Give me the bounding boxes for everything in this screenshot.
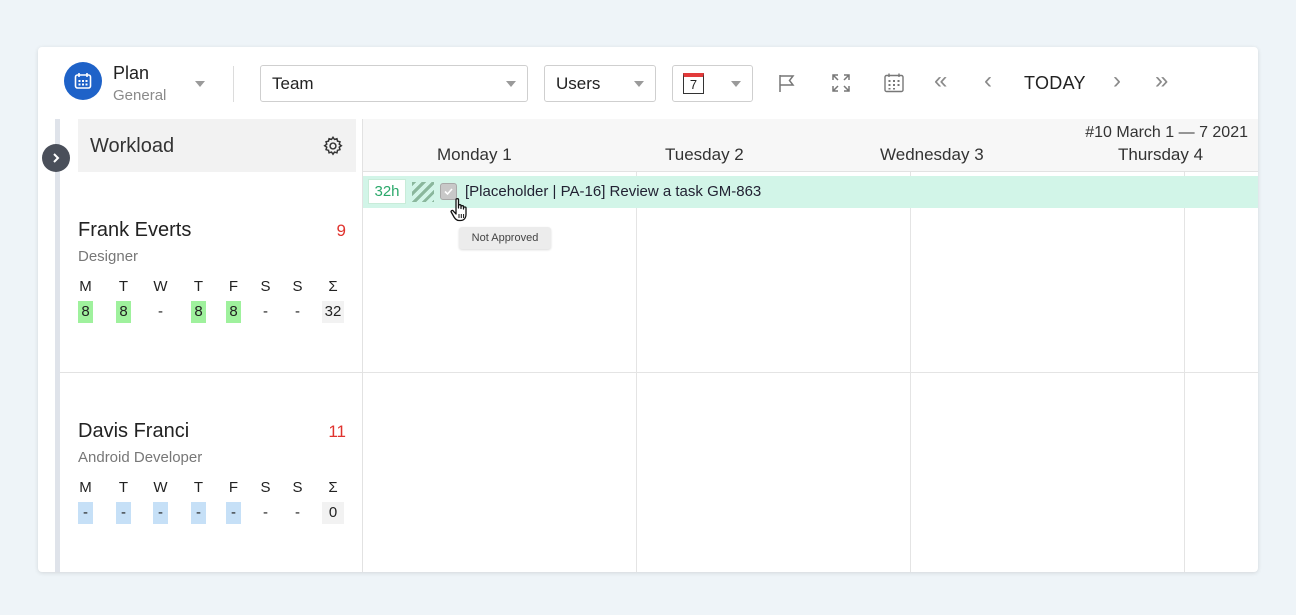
task-title[interactable]: [Placeholder | PA-16] Review a task GM-8… bbox=[465, 183, 761, 200]
not-approved-tooltip: Not Approved bbox=[459, 227, 551, 249]
check-icon bbox=[444, 188, 453, 196]
person-card[interactable]: Frank Everts 9 Designer M T W T F S S Σ … bbox=[78, 219, 346, 339]
task-count: 9 bbox=[336, 221, 346, 240]
day-hours: - bbox=[153, 502, 168, 524]
day-hours: 8 bbox=[78, 301, 93, 323]
sum-label: Σ bbox=[328, 479, 338, 496]
plan-title[interactable]: Plan bbox=[113, 63, 149, 84]
weekday-label: S bbox=[292, 479, 303, 496]
chevron-down-icon[interactable] bbox=[195, 81, 205, 87]
weekday-label: S bbox=[292, 278, 303, 295]
week-label: #10 March 1 — 7 2021 bbox=[1085, 124, 1248, 141]
chevron-right-icon bbox=[53, 153, 60, 163]
task-count: 11 bbox=[328, 422, 346, 441]
users-select-value: Users bbox=[556, 74, 601, 93]
double-chevron-right-icon[interactable]: » bbox=[1155, 68, 1168, 94]
weekday-label: W bbox=[153, 278, 168, 295]
day-hours: - bbox=[78, 502, 93, 524]
weekday-label: W bbox=[153, 479, 168, 496]
calendar-header: #10 March 1 — 7 2021 Monday 1 Tuesday 2 … bbox=[363, 119, 1258, 172]
period-select[interactable]: 7 bbox=[672, 65, 753, 102]
person-name: Frank Everts bbox=[78, 219, 192, 241]
day-hours: - bbox=[263, 504, 268, 521]
day-hours: 8 bbox=[191, 301, 206, 323]
day-hours: - bbox=[158, 303, 163, 320]
weekday-label: M bbox=[79, 479, 92, 496]
day-header: Tuesday 2 bbox=[665, 145, 744, 164]
weekday-label: F bbox=[228, 479, 239, 496]
total-hours: 0 bbox=[322, 502, 344, 524]
calendar-grid: #10 March 1 — 7 2021 Monday 1 Tuesday 2 … bbox=[363, 119, 1258, 572]
placeholder-stripes-icon bbox=[412, 182, 434, 202]
workload-header: Workload bbox=[78, 119, 356, 172]
day-hours: - bbox=[295, 303, 300, 320]
double-chevron-left-icon[interactable]: « bbox=[934, 68, 947, 94]
team-select[interactable]: Team bbox=[260, 65, 528, 102]
chevron-down-icon bbox=[634, 81, 644, 87]
workload-planner: Plan General Team Users 7 « ‹ TODAY › » … bbox=[38, 47, 1258, 572]
person-card[interactable]: Davis Franci 11 Android Developer M T W … bbox=[78, 420, 346, 540]
weekday-label: S bbox=[260, 278, 271, 295]
chevron-left-icon[interactable]: ‹ bbox=[984, 68, 992, 94]
weekday-label: S bbox=[260, 479, 271, 496]
day-header: Thursday 4 bbox=[1118, 145, 1204, 164]
calendar-day-icon: 7 bbox=[683, 73, 704, 94]
weekday-label: T bbox=[118, 479, 129, 496]
weekday-label: T bbox=[193, 479, 204, 496]
calendar-icon[interactable] bbox=[64, 62, 102, 100]
users-select[interactable]: Users bbox=[544, 65, 656, 102]
fullscreen-icon[interactable] bbox=[829, 71, 853, 95]
day-hours: - bbox=[191, 502, 206, 524]
day-hours: 8 bbox=[226, 301, 241, 323]
grid-calendar-icon[interactable] bbox=[882, 71, 906, 95]
person-name: Davis Franci bbox=[78, 420, 190, 442]
workload-title: Workload bbox=[90, 135, 175, 157]
day-header: Wednesday 3 bbox=[880, 145, 984, 164]
weekday-label: F bbox=[228, 278, 239, 295]
plan-subtitle: General bbox=[113, 87, 167, 104]
task-hours: 32h bbox=[368, 179, 406, 204]
weekday-label: T bbox=[118, 278, 129, 295]
weekday-label: M bbox=[79, 278, 92, 295]
day-hours: - bbox=[226, 502, 241, 524]
row-divider bbox=[60, 372, 363, 373]
total-hours: 32 bbox=[322, 301, 344, 323]
task-bar[interactable]: 32h [Placeholder | PA-16] Review a task … bbox=[363, 176, 1258, 222]
chevron-down-icon bbox=[506, 81, 516, 87]
today-button[interactable]: TODAY bbox=[1024, 73, 1086, 94]
chevron-down-icon bbox=[731, 81, 741, 87]
person-role: Android Developer bbox=[78, 449, 203, 466]
day-hours: - bbox=[116, 502, 131, 524]
sidebar-rail bbox=[55, 119, 60, 572]
flag-icon[interactable] bbox=[775, 71, 799, 95]
person-role: Designer bbox=[78, 248, 139, 265]
expand-sidebar-button[interactable] bbox=[42, 144, 70, 172]
row-divider bbox=[363, 372, 1258, 373]
day-hours: 8 bbox=[116, 301, 131, 323]
sum-label: Σ bbox=[328, 278, 338, 295]
day-header: Monday 1 bbox=[437, 145, 512, 164]
weekday-label: T bbox=[193, 278, 204, 295]
chevron-right-icon[interactable]: › bbox=[1113, 68, 1121, 94]
toolbar: Plan General Team Users 7 « ‹ TODAY › » bbox=[38, 47, 1258, 119]
divider bbox=[233, 66, 234, 102]
team-select-value: Team bbox=[272, 74, 314, 93]
gear-icon[interactable] bbox=[322, 135, 344, 157]
hand-cursor-icon bbox=[449, 197, 471, 223]
day-hours: - bbox=[295, 504, 300, 521]
workload-sidebar: Workload Frank Everts 9 Designer M T W T bbox=[38, 119, 363, 572]
day-hours: - bbox=[263, 303, 268, 320]
